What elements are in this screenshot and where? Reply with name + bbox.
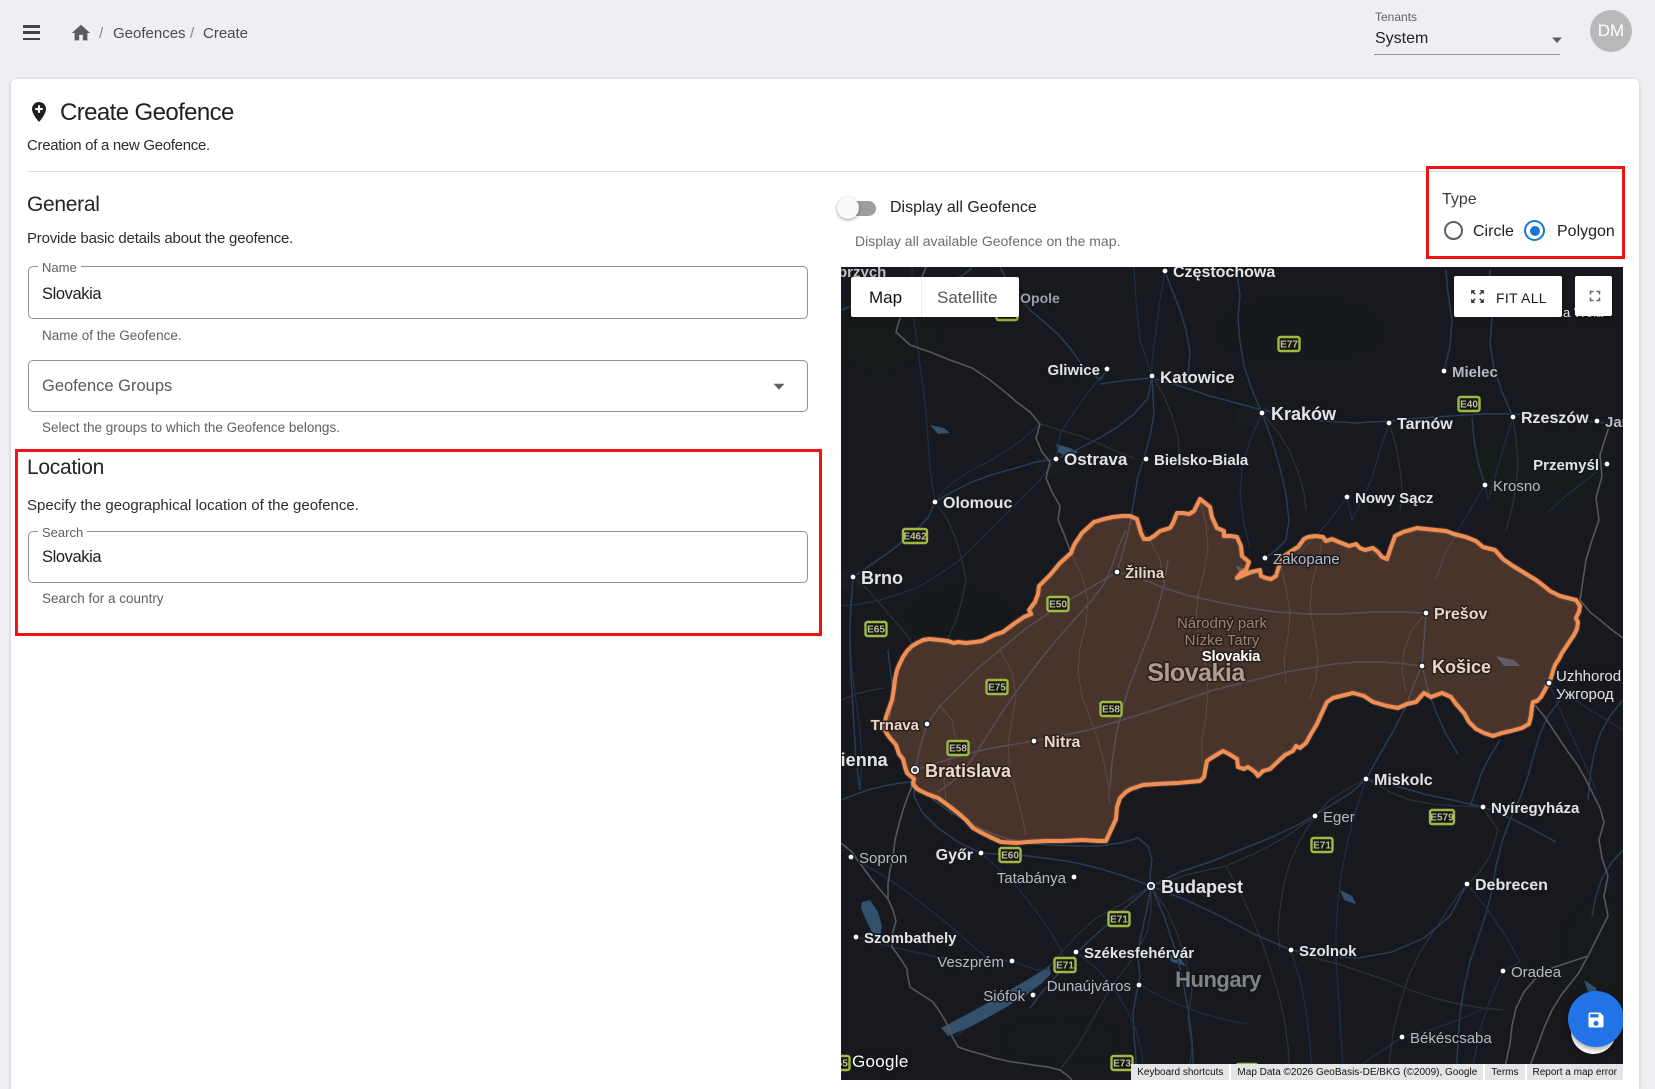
svg-text:Slovakia: Slovakia [1202, 648, 1261, 665]
svg-text:E71: E71 [1313, 841, 1331, 852]
svg-text:E75: E75 [988, 683, 1006, 694]
svg-text:Székesfehérvár: Székesfehérvár [1084, 945, 1194, 962]
svg-text:Nízke Tatry: Nízke Tatry [1185, 632, 1260, 649]
svg-text:Kraków: Kraków [1271, 404, 1337, 424]
svg-text:Dunaújváros: Dunaújváros [1047, 978, 1131, 995]
svg-text:E58: E58 [1102, 705, 1120, 716]
svg-text:Prešov: Prešov [1434, 606, 1487, 623]
svg-text:E58: E58 [949, 744, 967, 755]
svg-text:Tatabánya: Tatabánya [997, 870, 1067, 887]
svg-text:Eger: Eger [1323, 809, 1355, 826]
svg-text:Hungary: Hungary [1175, 967, 1262, 992]
svg-text:Veszprém: Veszprém [937, 954, 1004, 971]
svg-text:Ostrava: Ostrava [1064, 450, 1128, 469]
svg-text:Nitra: Nitra [1044, 734, 1081, 751]
svg-text:Oradea: Oradea [1511, 964, 1562, 981]
svg-text:Zakopane: Zakopane [1273, 551, 1340, 568]
svg-text:E71: E71 [1056, 961, 1074, 972]
svg-text:Žilina: Žilina [1125, 564, 1165, 582]
svg-text:Szolnok: Szolnok [1299, 943, 1357, 960]
svg-text:Olomouc: Olomouc [943, 495, 1012, 512]
svg-text:Bielsko-Biala: Bielsko-Biala [1154, 452, 1249, 469]
svg-text:Trnava: Trnava [871, 717, 920, 734]
svg-text:Národný park: Národný park [1177, 615, 1268, 632]
svg-text:E50: E50 [1049, 600, 1067, 611]
svg-text:Opole: Opole [1020, 290, 1060, 306]
svg-text:Rzeszów: Rzeszów [1521, 410, 1589, 427]
svg-text:Bratislava: Bratislava [925, 761, 1012, 781]
svg-text:E71: E71 [1110, 915, 1128, 926]
svg-text:Nowy Sącz: Nowy Sącz [1355, 490, 1433, 507]
svg-text:Békéscsaba: Békéscsaba [1410, 1030, 1492, 1047]
svg-text:Nyíregyháza: Nyíregyháza [1491, 800, 1580, 817]
svg-text:Jarosław: Jarosław [1605, 414, 1623, 431]
svg-text:Debrecen: Debrecen [1475, 877, 1548, 894]
svg-text:Brno: Brno [861, 568, 903, 588]
svg-text:Częstochowa: Częstochowa [1173, 267, 1275, 281]
svg-text:E462: E462 [903, 532, 927, 543]
svg-text:Budapest: Budapest [1161, 877, 1243, 897]
svg-text:Przemyśl: Przemyśl [1533, 457, 1599, 474]
svg-text:Siófok: Siófok [983, 988, 1025, 1005]
svg-text:E579: E579 [1430, 813, 1454, 824]
svg-text:Vienna: Vienna [841, 750, 889, 770]
svg-text:Tarnów: Tarnów [1397, 416, 1453, 433]
svg-text:Košice: Košice [1432, 657, 1491, 677]
svg-text:Szombathely: Szombathely [864, 930, 957, 947]
svg-text:Krosno: Krosno [1493, 478, 1541, 495]
svg-text:Miskolc: Miskolc [1374, 772, 1433, 789]
svg-text:Győr: Győr [936, 847, 973, 864]
svg-text:E65: E65 [841, 1059, 848, 1070]
svg-text:Mielec: Mielec [1452, 364, 1498, 381]
svg-text:Katowice: Katowice [1160, 368, 1235, 387]
svg-text:Sopron: Sopron [859, 850, 907, 867]
svg-text:Ужгород: Ужгород [1556, 686, 1614, 703]
svg-text:Uzhhorod: Uzhhorod [1556, 668, 1621, 685]
svg-text:E77: E77 [1280, 340, 1298, 351]
svg-text:E60: E60 [1001, 851, 1019, 862]
svg-text:Gliwice: Gliwice [1047, 362, 1100, 379]
svg-text:E40: E40 [1460, 400, 1478, 411]
svg-text:E73: E73 [1113, 1059, 1131, 1070]
svg-text:E65: E65 [867, 625, 885, 636]
